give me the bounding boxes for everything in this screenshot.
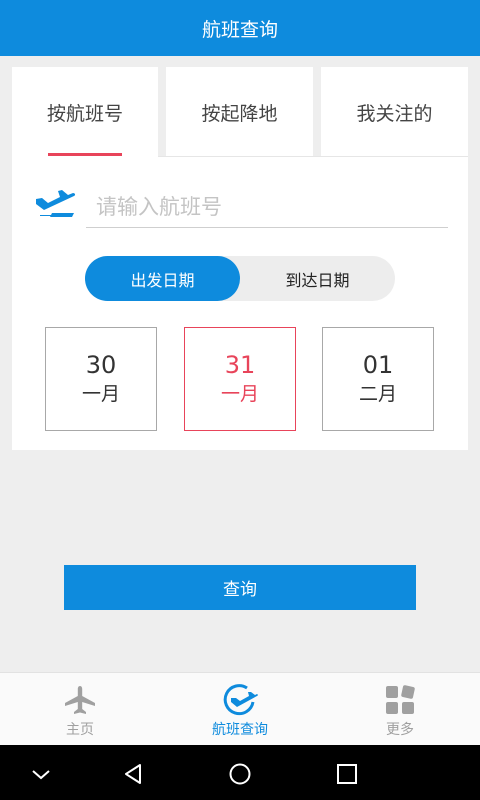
back-icon[interactable] [119,759,149,789]
home-icon[interactable] [225,759,255,789]
bottom-nav: 主页 航班查询 更多 [0,672,480,745]
tab-label: 我关注的 [356,102,433,125]
tab-followed[interactable]: 我关注的 [321,67,468,157]
system-nav-bar [0,745,480,800]
search-card: 按航班号 按起降地 我关注的 出发日期 到达日期 30 一月 [12,67,468,450]
active-tab-indicator [48,153,122,156]
date-option[interactable]: 30 一月 [45,327,157,431]
date-month: 二月 [358,383,397,405]
takeoff-icon [32,185,76,225]
nav-item-more[interactable]: 更多 [320,673,480,746]
arrival-date-option[interactable]: 到达日期 [240,256,395,301]
flight-number-input[interactable] [86,186,448,228]
date-day: 01 [362,351,394,379]
date-month: 一月 [81,383,120,405]
nav-item-home[interactable]: 主页 [0,673,160,746]
date-month: 一月 [220,383,259,405]
tab-divider [313,67,321,157]
tabs-divider-line [158,156,468,157]
chevron-down-icon[interactable] [26,759,56,789]
date-day: 30 [85,351,117,379]
nav-label: 航班查询 [212,722,268,738]
date-option[interactable]: 01 二月 [322,327,434,431]
departure-date-option[interactable]: 出发日期 [85,256,240,301]
nav-item-flight-search[interactable]: 航班查询 [160,673,320,746]
query-button-label: 查询 [223,580,257,600]
tab-divider [158,67,166,157]
option-label: 到达日期 [285,270,350,290]
app-bar: 航班查询 [0,0,480,56]
page-title: 航班查询 [201,18,278,41]
tab-label: 按起降地 [201,102,278,125]
recents-icon[interactable] [332,759,362,789]
option-label: 出发日期 [130,270,195,290]
tab-label: 按航班号 [46,102,123,125]
nav-label: 更多 [386,722,414,738]
grid-icon [385,683,415,717]
date-option-selected[interactable]: 31 一月 [184,327,296,431]
tab-by-flight-number[interactable]: 按航班号 [12,67,158,157]
nav-label: 主页 [66,722,94,738]
search-tabs: 按航班号 按起降地 我关注的 [12,67,468,157]
tab-by-route[interactable]: 按起降地 [166,67,313,157]
date-type-toggle: 出发日期 到达日期 [85,256,395,301]
flight-search-icon [222,683,258,717]
query-button[interactable]: 查询 [64,565,416,610]
date-day: 31 [224,351,256,379]
airplane-icon [63,683,97,717]
